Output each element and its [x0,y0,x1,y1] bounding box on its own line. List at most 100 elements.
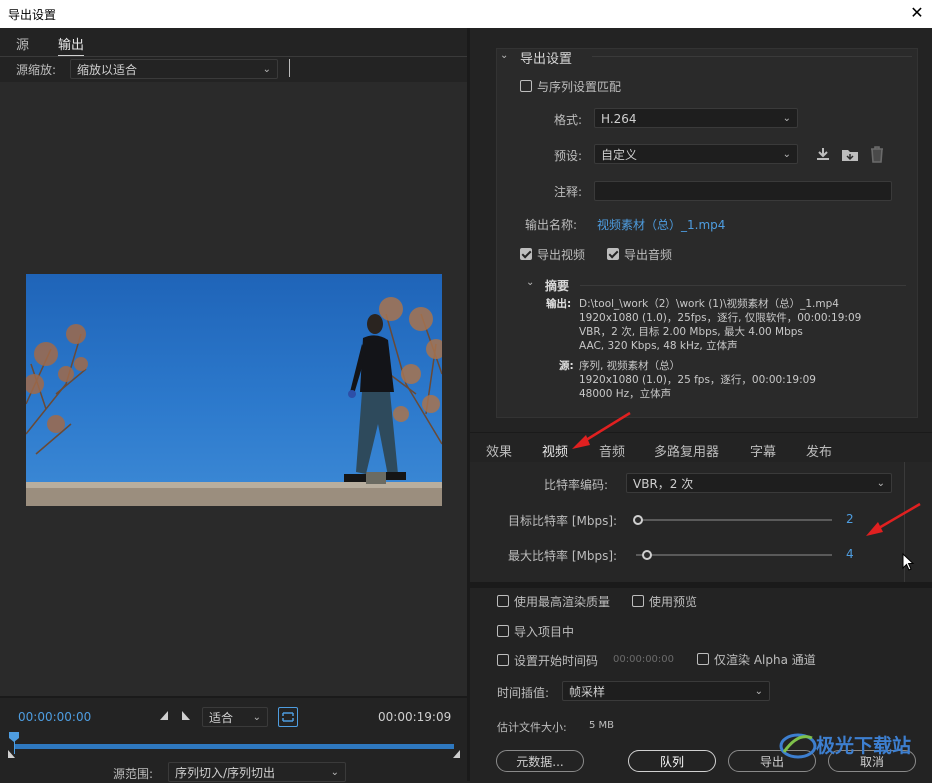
summary-output-label: 输出: [546,298,572,310]
comments-label: 注释: [554,185,583,199]
import-into-project-checkbox[interactable] [497,625,509,637]
set-start-timecode-checkbox[interactable] [497,654,509,666]
chevron-down-icon: ⌄ [252,712,261,723]
estimated-size-value: 5 MB [589,720,615,731]
use-previews-label: 使用预览 [649,595,698,609]
import-preset-icon[interactable] [841,146,859,165]
target-bitrate-label: 目标比特率 [Mbps]: [508,514,618,528]
tab-captions[interactable]: 字幕 [750,441,776,460]
max-bitrate-slider[interactable] [636,554,832,556]
watermark-logo-icon [779,733,817,759]
export-settings-panel: ⌄ 导出设置 与序列设置匹配 格式: H.264 ⌄ 预设: 自定义 ⌄ 注释:… [470,28,932,432]
target-bitrate-knob[interactable] [633,515,643,525]
export-settings-title: 导出设置 [520,52,573,67]
summary-collapse-icon[interactable]: ⌄ [526,277,534,288]
max-bitrate-label: 最大比特率 [Mbps]: [508,549,618,563]
bitrate-encoding-dropdown[interactable]: VBR，2 次 ⌄ [626,473,892,493]
tab-multiplexer[interactable]: 多路复用器 [654,441,719,460]
match-sequence-label: 与序列设置匹配 [537,80,622,94]
preset-value: 自定义 [601,148,638,162]
bitrate-encoding-label: 比特率编码: [544,478,609,492]
target-bitrate-value[interactable]: 2 [846,512,854,526]
fit-dropdown[interactable]: 适合 ⌄ [202,707,268,727]
summary-output-line: VBR，2 次, 目标 2.00 Mbps, 最大 4.00 Mbps [579,326,803,338]
summary-source-line: 1920x1080 (1.0)，25 fps，逐行，00:00:19:09 [579,374,816,386]
mark-in-icon[interactable] [160,711,168,720]
range-end-handle[interactable] [453,750,460,758]
chevron-down-icon: ⌄ [782,149,791,160]
output-name-link[interactable]: 视频素材（总）_1.mp4 [597,216,725,233]
render-alpha-checkbox[interactable] [697,653,709,665]
format-label: 格式: [554,113,583,127]
import-into-project-label: 导入项目中 [514,625,575,639]
summary-source-line: 序列, 视频素材（总） [579,360,681,372]
summary-source-line: 48000 Hz，立体声 [579,388,672,400]
preset-label: 预设: [554,149,583,163]
summary-output-line: D:\tool_\work（2）\work (1)\视频素材（总）_1.mp4 [579,298,839,310]
source-range-dropdown[interactable]: 序列切入/序列切出 ⌄ [168,762,346,782]
timecode-end: 00:00:19:09 [378,710,452,724]
max-bitrate-knob[interactable] [642,550,652,560]
max-render-quality-checkbox[interactable] [497,595,509,607]
preview-image [26,297,442,506]
use-previews-checkbox[interactable] [632,595,644,607]
queue-button[interactable]: 队列 [628,750,716,772]
save-preset-icon[interactable] [815,146,831,165]
watermark: 极光下载站 [778,728,928,760]
annotation-arrow-bitrate [866,502,921,536]
chevron-down-icon: ⌄ [782,113,791,124]
timecode-start[interactable]: 00:00:00:00 [18,710,91,724]
tab-effects[interactable]: 效果 [486,441,512,460]
export-audio-label: 导出音频 [624,248,673,262]
export-video-checkbox[interactable] [520,248,532,260]
set-start-timecode-label: 设置开始时间码 [514,654,599,668]
timeline-bar[interactable] [14,744,454,749]
mark-out-icon[interactable] [182,711,190,720]
crop-icon[interactable] [278,707,298,727]
chevron-down-icon: ⌄ [330,767,339,778]
render-alpha-label: 仅渲染 Alpha 通道 [714,653,816,667]
bitrate-encoding-value: VBR，2 次 [633,477,694,491]
delete-preset-icon[interactable] [869,145,885,166]
summary-output-line: AAC, 320 Kbps, 48 kHz, 立体声 [579,340,738,352]
collapse-icon[interactable]: ⌄ [500,50,508,61]
format-value: H.264 [601,112,637,126]
time-interpolation-dropdown[interactable]: 帧采样 ⌄ [562,681,770,701]
preview-frame [26,274,442,506]
export-audio-checkbox[interactable] [607,248,619,260]
output-name-label: 输出名称: [525,218,578,232]
estimated-size-label: 估计文件大小: [497,721,567,734]
tab-source[interactable]: 源 [16,34,29,53]
summary-title: 摘要 [545,279,570,293]
summary-output-line: 1920x1080 (1.0)，25fps，逐行, 仅限软件，00:00:19:… [579,312,862,324]
format-dropdown[interactable]: H.264 ⌄ [594,108,798,128]
range-start-handle[interactable] [8,750,15,758]
export-video-label: 导出视频 [537,248,586,262]
comments-input[interactable] [594,181,892,201]
time-interpolation-value: 帧采样 [569,685,606,699]
source-scale-label: 源缩放: [16,63,57,77]
window-title: 导出设置 [8,8,57,22]
max-bitrate-value[interactable]: 4 [846,547,854,561]
chevron-down-icon: ⌄ [754,686,763,697]
left-panel: 源 输出 源缩放: 缩放以适合 ⌄ 00:00:00:00 适合 ⌄ 00:00… [0,28,467,782]
close-icon[interactable]: ✕ [906,2,928,24]
chevron-down-icon: ⌄ [876,478,885,489]
annotation-arrow-tab [572,411,631,449]
tab-output[interactable]: 输出 [58,34,85,57]
metadata-button[interactable]: 元数据... [496,750,584,772]
chevron-down-icon: ⌄ [262,64,271,75]
tab-publish[interactable]: 发布 [806,441,832,460]
source-range-label: 源范围: [113,767,154,781]
watermark-text: 极光下载站 [816,735,912,757]
target-bitrate-slider[interactable] [636,519,832,521]
title-bar: 导出设置 ✕ [0,0,932,28]
match-sequence-checkbox[interactable] [520,80,532,92]
max-render-quality-label: 使用最高渲染质量 [514,595,611,609]
start-timecode-value: 00:00:00:00 [613,654,675,665]
preset-dropdown[interactable]: 自定义 ⌄ [594,144,798,164]
mouse-cursor-icon [902,553,915,571]
source-scale-value: 缩放以适合 [77,63,138,77]
source-scale-dropdown[interactable]: 缩放以适合 ⌄ [70,59,278,79]
settings-tabs: 效果 视频 音频 多路复用器 字幕 发布 [470,432,932,464]
